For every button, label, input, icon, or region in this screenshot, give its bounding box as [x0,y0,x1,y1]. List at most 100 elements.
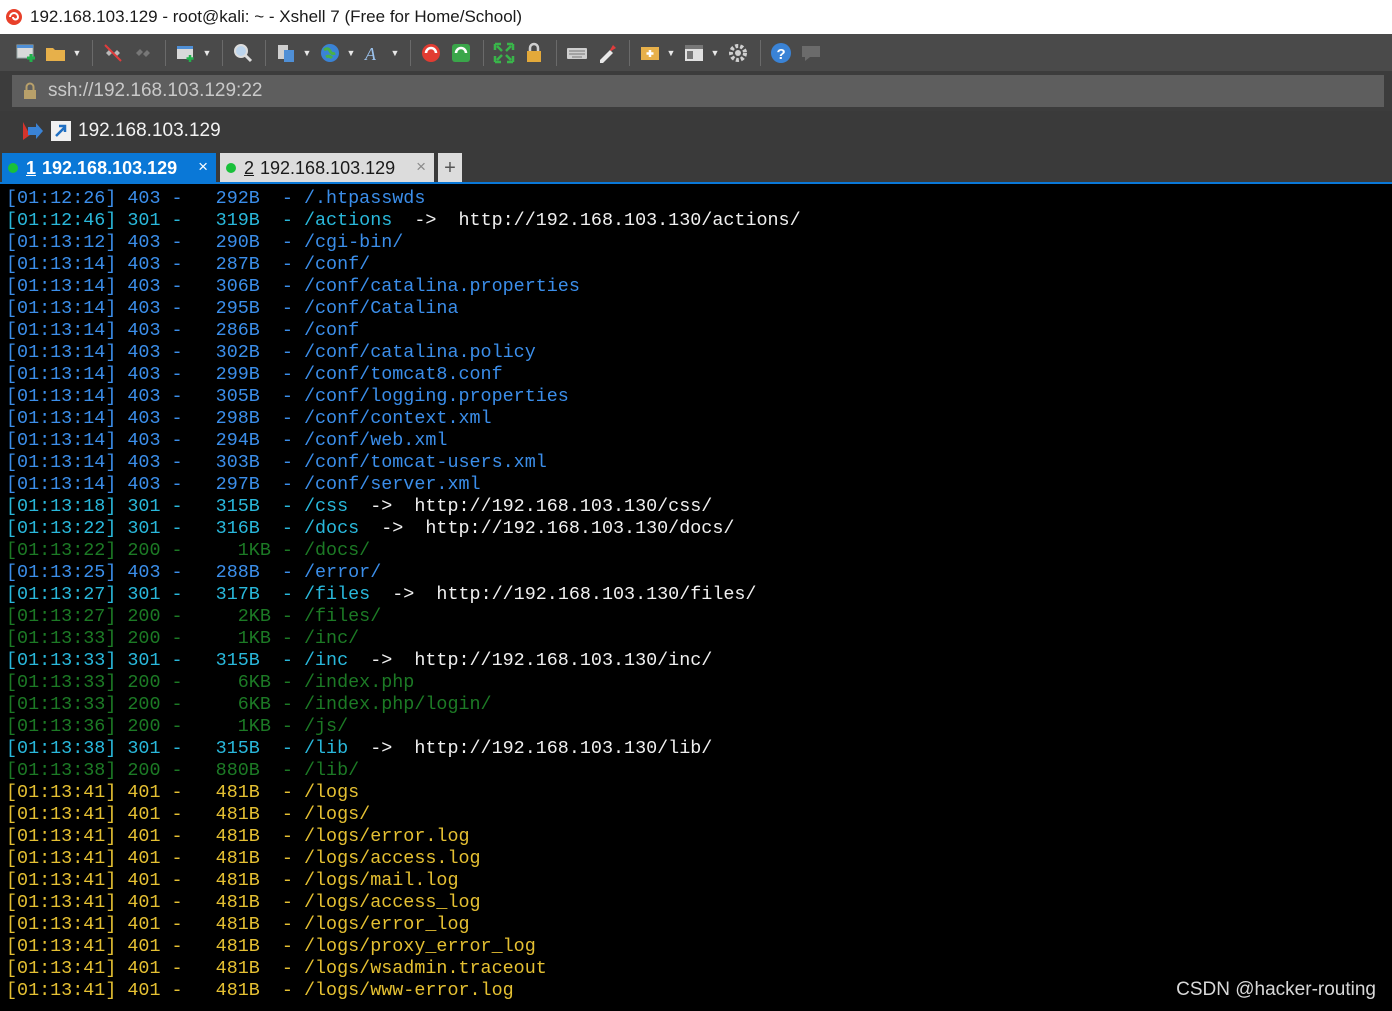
font-dropdown-icon[interactable]: ▼ [390,39,400,67]
terminal-line-text: [01:13:18] 301 - 315B - /css [6,496,349,517]
font-icon[interactable]: A [360,39,388,67]
terminal-line-text: [01:13:14] 403 - 306B - /conf/catalina.p… [6,276,580,297]
terminal-line-text: [01:12:26] 403 - 292B - /.htpasswds [6,188,426,209]
add-tab-button[interactable]: + [438,153,462,183]
terminal-line-text: [01:13:25] 403 - 288B - /error/ [6,562,382,583]
lock-icon[interactable] [520,39,548,67]
terminal-line-text: [01:13:38] 200 - 880B - /lib/ [6,760,360,781]
open-dropdown-icon[interactable]: ▼ [72,39,82,67]
fullscreen-icon[interactable] [490,39,518,67]
session-host[interactable]: 192.168.103.129 [78,120,221,142]
terminal-line-text: [01:13:33] 200 - 6KB - /index.php/login/ [6,694,492,715]
new-tab-icon[interactable] [172,39,200,67]
help-icon[interactable]: ? [767,39,795,67]
terminal-line-text: [01:13:41] 401 - 481B - /logs [6,782,360,803]
terminal-line-text: [01:13:14] 403 - 305B - /conf/logging.pr… [6,386,569,407]
highlight-icon[interactable] [593,39,621,67]
xmanager-icon[interactable] [447,39,475,67]
toolbar-divider [92,39,93,66]
terminal-line-text: [01:13:33] 301 - 315B - /inc [6,650,349,671]
compose-icon[interactable] [636,39,664,67]
close-tab-icon[interactable]: × [416,157,426,177]
terminal-line: [01:13:38] 200 - 880B - /lib/ [6,760,1392,782]
terminal-line-text: [01:13:41] 401 - 481B - /logs/access.log [6,848,481,869]
tab-bar: 1 192.168.103.129 × 2 192.168.103.129 × … [0,151,1392,183]
terminal-output[interactable]: [01:12:26] 403 - 292B - /.htpasswds [01:1… [0,184,1392,1011]
terminal-line: [01:13:22] 301 - 316B - /docs -> http://… [6,518,1392,540]
new-tab-dropdown-icon[interactable]: ▼ [202,39,212,67]
terminal-line-text: [01:12:46] 301 - 319B - /actions [6,210,393,231]
terminal-line: [01:13:41] 401 - 481B - /logs/ [6,804,1392,826]
address-url: ssh://192.168.103.129:22 [48,80,263,101]
address-input[interactable]: ssh://192.168.103.129:22 [12,75,1384,107]
terminal-line: [01:13:33] 200 - 6KB - /index.php [6,672,1392,694]
terminal-line-text: [01:13:33] 200 - 6KB - /index.php [6,672,415,693]
terminal-line-redirect: -> http://192.168.103.130/lib/ [348,738,713,759]
chat-icon[interactable] [797,39,825,67]
terminal-line: [01:13:14] 403 - 298B - /conf/context.xm… [6,408,1392,430]
terminal-line: [01:13:41] 401 - 481B - /logs [6,782,1392,804]
transfer-dropdown-icon[interactable]: ▼ [302,39,312,67]
window-title: 192.168.103.129 - root@kali: ~ - Xshell … [30,7,523,26]
keyboard-icon[interactable] [563,39,591,67]
terminal-line-text: [01:13:12] 403 - 290B - /cgi-bin/ [6,232,404,253]
xshell-logo-icon [6,9,22,25]
terminal-line-text: [01:13:14] 403 - 299B - /conf/tomcat8.co… [6,364,503,385]
terminal-line: [01:12:46] 301 - 319B - /actions -> http… [6,210,1392,232]
reconnect-icon[interactable] [129,39,157,67]
session-shortcut-icon[interactable] [50,120,72,142]
terminal-line-redirect: -> http://192.168.103.130/inc/ [348,650,713,671]
close-tab-icon[interactable]: × [198,157,208,177]
terminal-line: [01:13:14] 403 - 302B - /conf/catalina.p… [6,342,1392,364]
terminal-line-text: [01:13:36] 200 - 1KB - /js/ [6,716,349,737]
toolbar-divider [222,39,223,66]
transfer-icon[interactable] [272,39,300,67]
terminal-line-text: [01:13:14] 403 - 294B - /conf/web.xml [6,430,448,451]
globe-icon[interactable] [316,39,344,67]
terminal-line: [01:13:27] 200 - 2KB - /files/ [6,606,1392,628]
terminal-line-text: [01:13:33] 200 - 1KB - /inc/ [6,628,360,649]
open-folder-icon[interactable] [42,39,70,67]
terminal-line: [01:13:27] 301 - 317B - /files -> http:/… [6,584,1392,606]
bookmark-arrow-icon[interactable] [20,119,44,143]
layout-dropdown-icon[interactable]: ▼ [710,39,720,67]
disconnect-icon[interactable] [99,39,127,67]
layout-icon[interactable] [680,39,708,67]
terminal-line: [01:13:33] 301 - 315B - /inc -> http://1… [6,650,1392,672]
terminal-line: [01:13:14] 403 - 294B - /conf/web.xml [6,430,1392,452]
terminal-line-text: [01:13:41] 401 - 481B - /logs/mail.log [6,870,459,891]
terminal-line-text: [01:13:14] 403 - 295B - /conf/Catalina [6,298,459,319]
terminal-line-text: [01:13:41] 401 - 481B - /logs/error_log [6,914,470,935]
compose-dropdown-icon[interactable]: ▼ [666,39,676,67]
terminal-line-text: [01:13:38] 301 - 315B - /lib [6,738,349,759]
new-session-icon[interactable] [12,39,40,67]
svg-text:?: ? [777,46,786,63]
terminal-line-text: [01:13:14] 403 - 286B - /conf [6,320,360,341]
terminal-line: [01:13:41] 401 - 481B - /logs/access_log [6,892,1392,914]
terminal-line-text: [01:13:41] 401 - 481B - /logs/access_log [6,892,481,913]
terminal-line: [01:13:41] 401 - 481B - /logs/mail.log [6,870,1392,892]
terminal-line: [01:13:33] 200 - 1KB - /inc/ [6,628,1392,650]
terminal-line: [01:13:12] 403 - 290B - /cgi-bin/ [6,232,1392,254]
terminal-line-text: [01:13:14] 403 - 303B - /conf/tomcat-use… [6,452,547,473]
connected-status-icon [226,163,236,173]
toolbar: ▼ ▼ ▼ ▼ A ▼ ▼ ▼ ? [0,34,1392,71]
terminal-line: [01:13:36] 200 - 1KB - /js/ [6,716,1392,738]
tab-session-1[interactable]: 1 192.168.103.129 × [2,153,216,183]
toolbar-divider [483,39,484,66]
find-icon[interactable] [229,39,257,67]
terminal-line-text: [01:13:41] 401 - 481B - /logs/proxy_erro… [6,936,536,957]
terminal-line: [01:12:26] 403 - 292B - /.htpasswds [6,188,1392,210]
terminal-line: [01:13:14] 403 - 306B - /conf/catalina.p… [6,276,1392,298]
watermark: CSDN @hacker-routing [1176,979,1376,1000]
settings-icon[interactable] [724,39,752,67]
terminal-line-redirect: -> http://192.168.103.130/files/ [370,584,757,605]
xftp-icon[interactable] [417,39,445,67]
title-bar: 192.168.103.129 - root@kali: ~ - Xshell … [0,0,1392,34]
tab-session-2[interactable]: 2 192.168.103.129 × [220,153,434,183]
svg-text:A: A [364,44,377,64]
terminal-line: [01:13:18] 301 - 315B - /css -> http://1… [6,496,1392,518]
terminal-line: [01:13:14] 403 - 297B - /conf/server.xml [6,474,1392,496]
terminal-line-text: [01:13:14] 403 - 297B - /conf/server.xml [6,474,481,495]
globe-dropdown-icon[interactable]: ▼ [346,39,356,67]
